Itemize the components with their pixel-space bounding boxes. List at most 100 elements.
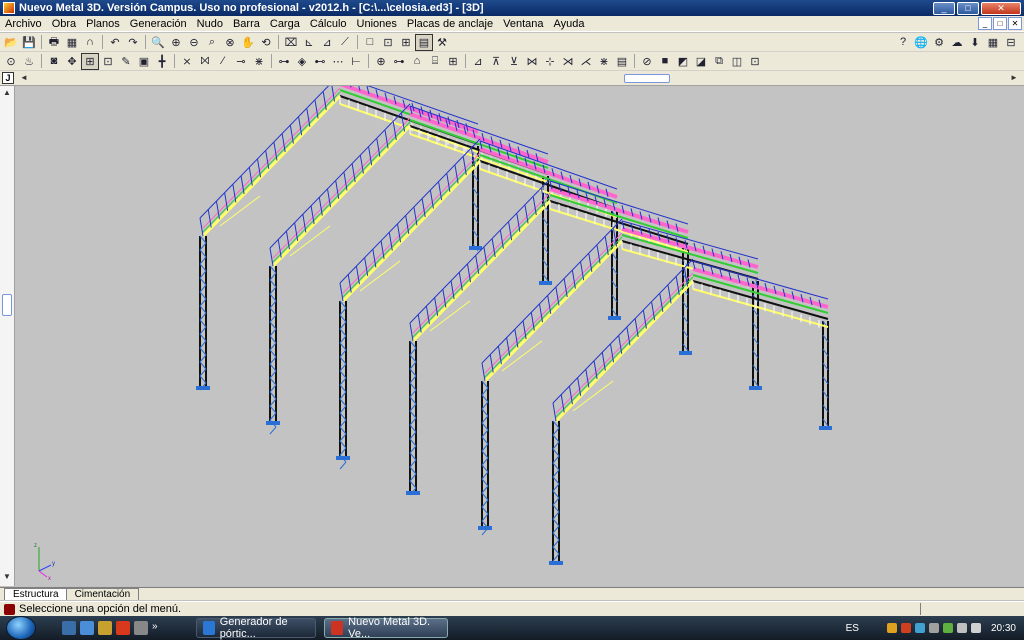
edit-tool-36-icon[interactable]: ◪: [692, 53, 710, 70]
app-launcher-icon[interactable]: [134, 621, 148, 635]
start-button[interactable]: [6, 616, 36, 640]
zoom-out-icon[interactable]: ⊗: [221, 34, 239, 51]
right-tool-1-icon[interactable]: 🌐: [912, 34, 930, 51]
frame-1-left-base-plate[interactable]: [196, 386, 210, 390]
close-button[interactable]: ✕: [981, 1, 1021, 15]
clock[interactable]: 20:30: [991, 623, 1016, 634]
frame-5-left-base-plate[interactable]: [478, 526, 492, 530]
edit-tool-24-icon[interactable]: ⊿: [469, 53, 487, 70]
frame-6-purlin-band[interactable]: [692, 267, 829, 309]
frame-6-left-base-plate[interactable]: [549, 561, 563, 565]
frame-6-left-rafter[interactable]: [554, 279, 695, 423]
frame-4-left-rafter[interactable]: [411, 199, 552, 343]
menu-calculo[interactable]: Cálculo: [305, 18, 352, 30]
magnet-icon[interactable]: ∩: [81, 34, 99, 51]
edit-tool-8-icon[interactable]: ╋: [153, 53, 171, 70]
edit-tool-17-icon[interactable]: ⋯: [329, 53, 347, 70]
frame-2-right-base-plate[interactable]: [539, 281, 552, 285]
frame-5-purlin-band[interactable]: [621, 227, 759, 269]
scroll-left-icon[interactable]: ◄: [18, 73, 30, 84]
frame-4-roof-top-edge[interactable]: [549, 180, 689, 225]
edit-tool-1-icon[interactable]: ♨: [20, 53, 38, 70]
volume-icon[interactable]: [970, 623, 981, 633]
menu-ventana[interactable]: Ventana: [498, 18, 548, 30]
tab-cimentacion[interactable]: Cimentación: [65, 588, 140, 600]
tray-icon[interactable]: [942, 623, 953, 633]
edit-tool-37-icon[interactable]: ⧉: [710, 53, 728, 70]
menu-ayuda[interactable]: Ayuda: [549, 18, 590, 30]
frame-4-left-purlin-line-2[interactable]: [412, 192, 551, 334]
3d-viewport[interactable]: z y x: [15, 73, 1024, 586]
tray-icon[interactable]: [928, 623, 939, 633]
zoom-prev-icon[interactable]: ⌕: [203, 34, 221, 51]
task-nuevo-metal-3d[interactable]: Nuevo Metal 3D. Ve...: [324, 616, 448, 640]
edit-tool-16-icon[interactable]: ⊷: [311, 53, 329, 70]
zoom-in-icon[interactable]: ⊖: [185, 34, 203, 51]
right-tool-4-icon[interactable]: ⬇: [966, 34, 984, 51]
menu-obra[interactable]: Obra: [47, 18, 81, 30]
frame-3-roof-sheet-line[interactable]: [339, 282, 344, 302]
menu-archivo[interactable]: Archivo: [0, 18, 47, 30]
structure-3d-model[interactable]: [15, 73, 1024, 586]
edit-tool-29-icon[interactable]: ⋊: [559, 53, 577, 70]
minimize-button[interactable]: _: [933, 1, 955, 15]
frame-3-column-lacing[interactable]: [339, 461, 347, 470]
network-icon[interactable]: [956, 623, 967, 633]
horizontal-scroll-thumb[interactable]: [624, 74, 670, 83]
task-generador-porticos[interactable]: Generador de pórtic...: [196, 616, 316, 640]
frame-3-right-base-plate[interactable]: [608, 316, 621, 320]
axis-x-icon[interactable]: ⊾: [300, 34, 318, 51]
edit-tool-23-icon[interactable]: ⊞: [444, 53, 462, 70]
frame-6-roof-sheet-line[interactable]: [552, 402, 557, 422]
edit-tool-3-icon[interactable]: ✥: [63, 53, 81, 70]
edit-tool-7-icon[interactable]: ▣: [135, 53, 153, 70]
mdi-restore-button[interactable]: □: [993, 17, 1007, 30]
edit-tool-13-icon[interactable]: ⋇: [250, 53, 268, 70]
edit-tool-31-icon[interactable]: ⋇: [595, 53, 613, 70]
frame-5-left-purlin-line-2[interactable]: [484, 232, 623, 374]
grid-icon[interactable]: ▤: [415, 33, 433, 51]
corner-button[interactable]: J: [2, 72, 14, 84]
edit-tool-5-icon[interactable]: ⊡: [99, 53, 117, 70]
frame-3-left-rafter[interactable]: [341, 159, 482, 303]
frame-5-left-purlin-line[interactable]: [484, 236, 623, 378]
frame-6-right-base-plate[interactable]: [819, 426, 832, 430]
axis-y-icon[interactable]: ⊿: [318, 34, 336, 51]
frame-1-roof-sheet-line[interactable]: [199, 217, 204, 237]
undo-icon[interactable]: ↶: [106, 34, 124, 51]
edit-tool-25-icon[interactable]: ⊼: [487, 53, 505, 70]
edit-tool-0-icon[interactable]: ⊙: [2, 53, 20, 70]
node-icon[interactable]: ⊡: [379, 34, 397, 51]
mdi-minimize-button[interactable]: _: [978, 17, 992, 30]
right-tool-2-icon[interactable]: ⚙: [930, 34, 948, 51]
axis-z-icon[interactable]: ⟋: [336, 34, 354, 51]
right-tool-0-icon[interactable]: ?: [894, 34, 912, 51]
bar-icon[interactable]: ⊞: [397, 34, 415, 51]
pan-icon[interactable]: ✋: [239, 34, 257, 51]
edit-tool-21-icon[interactable]: ⌂: [408, 53, 426, 70]
menu-planos[interactable]: Planos: [81, 18, 125, 30]
menu-generacion[interactable]: Generación: [125, 18, 192, 30]
vertical-scroll-thumb[interactable]: [2, 294, 12, 316]
print-icon[interactable]: 🖶: [45, 34, 63, 51]
vertical-scrollbar[interactable]: ▲ ▼: [0, 86, 15, 586]
menu-barra[interactable]: Barra: [228, 18, 265, 30]
tray-icon[interactable]: [886, 623, 897, 633]
horizontal-scrollbar[interactable]: J ◄ ►: [0, 71, 1024, 86]
edit-tool-22-icon[interactable]: ⌸: [426, 53, 444, 70]
frame-icon[interactable]: □: [361, 34, 379, 51]
zoom-all-icon[interactable]: ⊕: [167, 34, 185, 51]
frame-2-left-roof-edge[interactable]: [269, 103, 411, 249]
tray-icon[interactable]: [914, 623, 925, 633]
edit-tool-20-icon[interactable]: ⊶: [390, 53, 408, 70]
firefox-icon[interactable]: [116, 621, 130, 635]
edit-tool-38-icon[interactable]: ◫: [728, 53, 746, 70]
right-tool-5-icon[interactable]: ▦: [984, 34, 1002, 51]
scroll-right-icon[interactable]: ►: [1008, 73, 1020, 84]
menu-carga[interactable]: Carga: [265, 18, 305, 30]
mdi-close-button[interactable]: ✕: [1008, 17, 1022, 30]
frame-6-left-purlin-line-2[interactable]: [555, 272, 694, 414]
tools-icon[interactable]: ⚒: [433, 34, 451, 51]
frame-1-right-base-plate[interactable]: [469, 246, 482, 250]
menu-nudo[interactable]: Nudo: [192, 18, 228, 30]
